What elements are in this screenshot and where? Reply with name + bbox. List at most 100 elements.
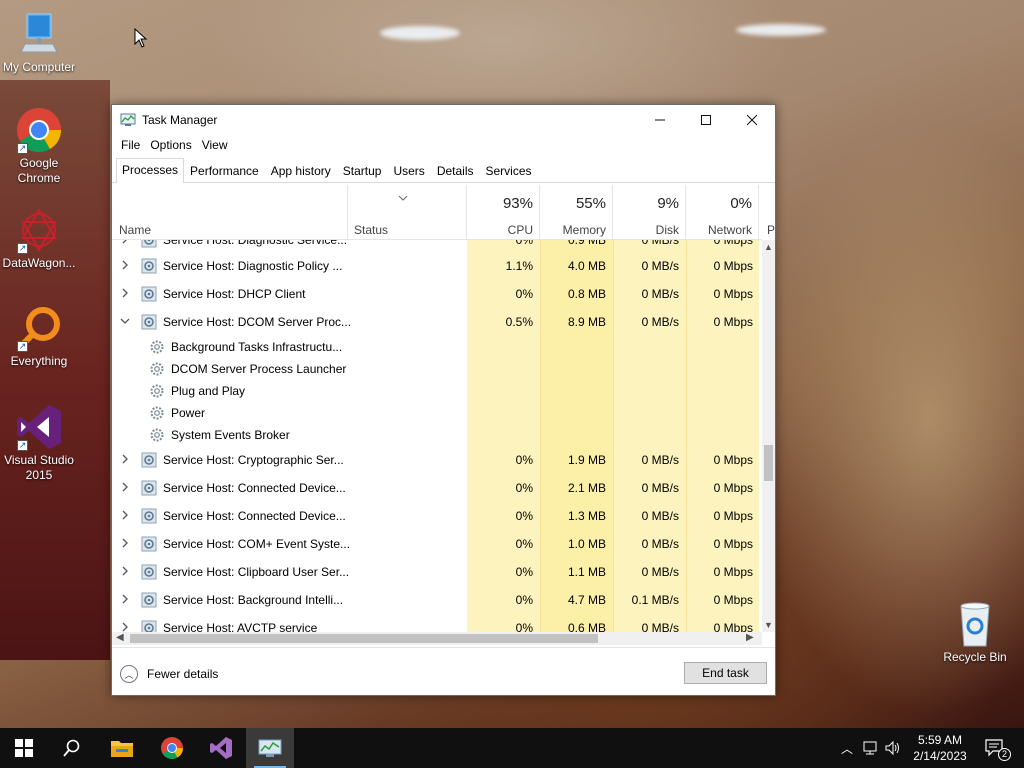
taskbar-chrome[interactable]	[148, 728, 196, 768]
chevron-right-icon[interactable]	[120, 614, 130, 632]
disk-value: 0 MB/s	[641, 621, 679, 632]
child-service-row[interactable]: Background Tasks Infrastructu...	[112, 336, 762, 358]
service-gear-icon	[149, 339, 165, 355]
service-host-icon	[141, 508, 157, 524]
end-task-button[interactable]: End task	[684, 662, 767, 684]
menu-options[interactable]: Options	[145, 138, 196, 152]
column-header-name[interactable]: Name	[112, 185, 348, 239]
fewer-details-button[interactable]: ︿ Fewer details	[120, 665, 218, 683]
process-name: System Events Broker	[171, 428, 290, 442]
tab-details[interactable]: Details	[431, 159, 480, 182]
clock-time: 5:59 AM	[917, 733, 963, 747]
table-row[interactable]: Service Host: DCOM Server Proc... 0.5% 8.9…	[112, 308, 762, 336]
table-row[interactable]: Service Host: Connected Device... 0% 1.3 M…	[112, 502, 762, 530]
visual-studio-icon	[210, 737, 232, 759]
mouse-pointer-icon	[134, 28, 148, 48]
chevron-right-icon[interactable]	[120, 252, 130, 280]
chevron-right-icon[interactable]	[120, 558, 130, 586]
service-host-icon	[141, 240, 157, 248]
column-header-cpu[interactable]: 93% CPU	[467, 185, 540, 239]
chrome-icon: ↗	[15, 106, 63, 154]
child-service-row[interactable]: System Events Broker	[112, 424, 762, 446]
minimize-button[interactable]	[637, 105, 683, 134]
network-value: 0 Mbps	[713, 509, 753, 523]
windows-logo-icon	[15, 739, 33, 757]
memory-value: 1.1 MB	[567, 565, 606, 579]
maximize-button[interactable]	[683, 105, 729, 134]
process-name: Service Host: Cryptographic Ser...	[163, 453, 344, 467]
table-row[interactable]: Service Host: Cryptographic Ser... 0% 1.9 …	[112, 446, 762, 474]
column-header-status[interactable]: Status	[348, 185, 467, 239]
tab-services[interactable]: Services	[480, 159, 538, 182]
network-value: 0 Mbps	[713, 315, 753, 329]
disk-value: 0 MB/s	[641, 481, 679, 495]
table-row[interactable]: Service Host: Background Intelli... 0% 4.7…	[112, 586, 762, 614]
child-service-row[interactable]: Plug and Play	[112, 380, 762, 402]
tab-users[interactable]: Users	[387, 159, 430, 182]
title-bar[interactable]: Task Manager	[112, 105, 775, 134]
menu-view[interactable]: View	[197, 138, 233, 152]
service-host-icon	[141, 536, 157, 552]
cpu-value: 0%	[515, 537, 533, 551]
taskbar-clock[interactable]: 5:59 AM 2/14/2023	[905, 732, 975, 764]
cpu-value: 0%	[515, 565, 533, 579]
column-header-network[interactable]: 0% Network	[686, 185, 759, 239]
memory-value: 1.3 MB	[567, 509, 606, 523]
cpu-value: 1.1%	[505, 259, 533, 273]
vertical-scrollbar[interactable]: ▲ ▼	[762, 240, 775, 632]
column-header-power[interactable]: P	[759, 185, 775, 239]
table-row[interactable]: Service Host: COM+ Event Syste... 0% 1.0 M…	[112, 530, 762, 558]
network-tray-button[interactable]	[860, 728, 882, 768]
taskbar-visual-studio[interactable]	[197, 728, 245, 768]
volume-tray-button[interactable]	[883, 728, 903, 768]
horizontal-scroll-thumb[interactable]	[130, 634, 598, 643]
start-button[interactable]	[0, 728, 48, 768]
scroll-right-arrow-icon[interactable]: ▶	[746, 632, 754, 643]
tab-processes[interactable]: Processes	[116, 158, 185, 183]
action-center-button[interactable]: 2	[980, 728, 1011, 768]
tab-startup[interactable]: Startup	[337, 159, 388, 182]
desktop-icon-google-chrome[interactable]: ↗ Google Chrome	[0, 106, 81, 186]
table-row[interactable]: Service Host: AVCTP service 0% 0.6 MB 0 MB/…	[112, 614, 762, 632]
menu-file[interactable]: File	[116, 138, 145, 152]
desktop-icon-recycle-bin[interactable]: Recycle Bin	[933, 600, 1017, 665]
search-button[interactable]	[48, 728, 96, 768]
scroll-left-arrow-icon[interactable]: ◀	[116, 632, 124, 643]
vertical-scroll-thumb[interactable]	[764, 445, 773, 481]
desktop-icon-everything[interactable]: ↗ Everything	[0, 304, 81, 369]
show-hidden-icons-button[interactable]: ︿	[838, 728, 856, 768]
maximize-icon	[701, 114, 711, 125]
child-service-row[interactable]: DCOM Server Process Launcher	[112, 358, 762, 380]
desktop-icon-datawagon[interactable]: ↗ DataWagon...	[0, 206, 81, 271]
desktop-icon-label: DataWagon...	[2, 256, 76, 270]
child-service-row[interactable]: Power	[112, 402, 762, 424]
taskbar-file-explorer[interactable]	[98, 728, 146, 768]
column-header-memory[interactable]: 55% Memory	[540, 185, 613, 239]
scroll-down-arrow-icon[interactable]: ▼	[762, 620, 775, 630]
column-header-disk[interactable]: 9% Disk	[613, 185, 686, 239]
chevron-right-icon[interactable]	[120, 530, 130, 558]
network-icon	[863, 741, 877, 755]
table-row[interactable]: Service Host: Connected Device... 0% 2.1 M…	[112, 474, 762, 502]
chevron-right-icon[interactable]	[120, 446, 130, 474]
table-row[interactable]: Service Host: Clipboard User Ser... 0% 1.1…	[112, 558, 762, 586]
chevron-right-icon[interactable]	[120, 502, 130, 530]
scroll-up-arrow-icon[interactable]: ▲	[762, 242, 775, 252]
horizontal-scrollbar[interactable]: ◀ ▶	[112, 632, 762, 645]
memory-value: 2.1 MB	[567, 481, 606, 495]
chevron-right-icon[interactable]	[120, 280, 130, 308]
cpu-value: 0%	[515, 453, 533, 467]
chevron-down-icon[interactable]	[120, 308, 130, 336]
taskbar-task-manager[interactable]	[246, 728, 294, 768]
chevron-right-icon[interactable]	[120, 474, 130, 502]
desktop-icon-visual-studio[interactable]: ↗ Visual Studio 2015	[0, 403, 81, 483]
tab-performance[interactable]: Performance	[184, 159, 265, 182]
desktop-icon-my-computer[interactable]: My Computer	[0, 10, 81, 75]
tab-app-history[interactable]: App history	[265, 159, 337, 182]
service-host-icon	[141, 480, 157, 496]
close-button[interactable]	[729, 105, 775, 134]
network-value: 0 Mbps	[713, 621, 753, 632]
table-row[interactable]: Service Host: Diagnostic Policy ... 1.1% 4…	[112, 252, 762, 280]
table-row[interactable]: Service Host: DHCP Client 0% 0.8 MB 0 MB/s 0…	[112, 280, 762, 308]
chevron-right-icon[interactable]	[120, 586, 130, 614]
